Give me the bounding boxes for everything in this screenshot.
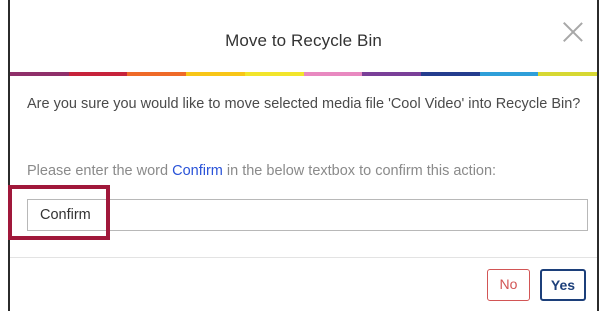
stripe-segment — [186, 72, 245, 76]
hint-text-before: Please enter the word — [27, 163, 169, 179]
stripe-segment — [244, 72, 304, 76]
stripe-segment — [127, 72, 187, 76]
confirm-message: Are you sure you would like to move sele… — [27, 96, 581, 112]
confirm-input[interactable] — [27, 199, 588, 231]
hint-text-after: in the below textbox to confirm this act… — [226, 163, 497, 179]
footer-divider — [10, 257, 597, 258]
hint-keyword: Confirm — [172, 163, 223, 179]
dialog-header: Move to Recycle Bin — [10, 0, 597, 72]
recycle-bin-dialog: Move to Recycle Bin Are you sure you wou… — [8, 0, 599, 311]
stripe-segment — [10, 72, 69, 76]
stripe-segment — [303, 72, 363, 76]
stripe-segment — [420, 72, 480, 76]
confirm-hint: Please enter the word Confirm in the bel… — [27, 163, 496, 179]
stripe-segment — [479, 72, 539, 76]
dialog-title: Move to Recycle Bin — [225, 31, 382, 50]
stripe-segment — [538, 72, 598, 76]
color-stripe — [10, 72, 598, 76]
close-icon[interactable] — [563, 22, 583, 42]
stripe-segment — [68, 72, 128, 76]
stripe-segment — [362, 72, 421, 76]
yes-button[interactable]: Yes — [540, 269, 586, 301]
no-button[interactable]: No — [487, 269, 530, 301]
